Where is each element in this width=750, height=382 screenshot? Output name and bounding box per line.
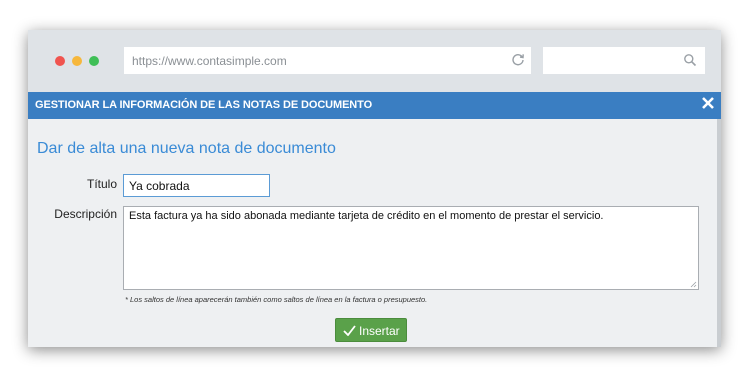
window-close-dot[interactable] [55,56,65,66]
title-input[interactable]: Ya cobrada [123,174,270,197]
browser-window: https://www.contasimple.com GESTIONAR LA… [28,30,721,347]
close-icon[interactable] [701,96,715,110]
scrollbar[interactable] [717,119,721,347]
description-textarea[interactable]: Esta factura ya ha sido abonada mediante… [123,206,699,290]
address-bar[interactable]: https://www.contasimple.com [124,47,531,74]
browser-search-input[interactable] [543,47,705,74]
dialog-header: GESTIONAR LA INFORMACIÓN DE LAS NOTAS DE… [28,92,721,119]
insert-button-label: Insertar [359,324,400,338]
dialog-title: GESTIONAR LA INFORMACIÓN DE LAS NOTAS DE… [35,99,373,111]
dialog-body: Dar de alta una nueva nota de documento … [28,119,721,347]
description-text: Esta factura ya ha sido abonada mediante… [129,210,604,222]
window-maximize-dot[interactable] [89,56,99,66]
search-icon[interactable] [683,53,697,67]
window-minimize-dot[interactable] [72,56,82,66]
reload-icon[interactable] [511,52,525,66]
line-break-note: * Los saltos de línea aparecerán también… [125,295,428,304]
insert-button[interactable]: Insertar [335,318,407,342]
form-heading: Dar de alta una nueva nota de documento [37,140,336,157]
title-label: Título [86,177,117,191]
resize-handle-icon[interactable] [690,281,697,288]
description-label: Descripción [54,207,117,221]
check-icon [343,325,356,336]
browser-toolbar: https://www.contasimple.com [28,30,721,92]
address-bar-url: https://www.contasimple.com [132,54,287,68]
